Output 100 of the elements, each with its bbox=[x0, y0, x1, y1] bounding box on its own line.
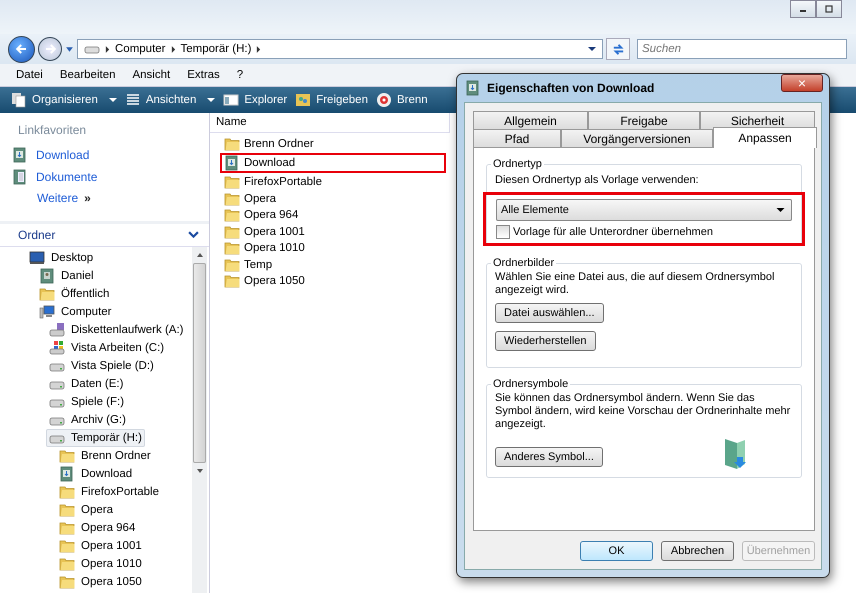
toolbar-button[interactable]: Ansichten bbox=[122, 90, 218, 110]
dialog-button[interactable]: OK bbox=[580, 541, 653, 561]
group-title: Ordnertyp bbox=[492, 158, 543, 170]
group-title: Ordnerbilder bbox=[492, 257, 556, 269]
forward-button[interactable] bbox=[38, 37, 62, 61]
search-field[interactable]: Suchen bbox=[637, 39, 847, 59]
toolbar-button[interactable]: Freigeben bbox=[292, 90, 371, 110]
tree-item[interactable]: Desktop bbox=[26, 249, 96, 267]
dropdown-arrow-icon bbox=[776, 206, 785, 214]
address-bar[interactable]: Computer Temporär (H:) bbox=[77, 39, 603, 59]
tab[interactable]: Anpassen bbox=[713, 127, 817, 148]
scroll-down-icon bbox=[196, 467, 204, 475]
tree-item[interactable]: Diskettenlaufwerk (A:) bbox=[46, 321, 186, 339]
menu-item[interactable]: Extras bbox=[187, 69, 220, 81]
tree-item[interactable]: Spiele (F:) bbox=[46, 393, 128, 411]
tree-item[interactable]: Vista Spiele (D:) bbox=[46, 357, 157, 375]
computer-icon bbox=[39, 304, 55, 320]
folder-icon bbox=[59, 502, 75, 518]
tree-item[interactable]: Computer bbox=[36, 303, 114, 321]
tree-item[interactable]: Daten (E:) bbox=[46, 375, 126, 393]
tree-item[interactable]: Download bbox=[56, 465, 136, 483]
monitor-icon bbox=[29, 250, 45, 266]
system-drive-icon bbox=[49, 340, 65, 356]
file-item[interactable]: Opera bbox=[220, 191, 446, 206]
tree-item[interactable]: Opera 1010 bbox=[56, 555, 145, 573]
minimize-button[interactable] bbox=[790, 0, 816, 18]
user-folder-icon bbox=[39, 268, 55, 284]
tab[interactable]: Sicherheit bbox=[700, 111, 815, 129]
tree-item[interactable]: Opera 1001 bbox=[56, 537, 145, 555]
file-item[interactable]: Opera 1010 bbox=[220, 240, 446, 256]
toolbar-button[interactable]: Organisieren bbox=[8, 90, 120, 110]
chevron-icon bbox=[170, 46, 176, 52]
toolbar-button[interactable]: Brenn bbox=[372, 90, 431, 110]
download-folder-icon bbox=[224, 155, 240, 171]
file-item[interactable]: Opera 1001 bbox=[220, 224, 446, 239]
folder-icon bbox=[59, 448, 75, 464]
tree-item[interactable]: Öffentlich bbox=[36, 285, 112, 303]
folder-icon bbox=[59, 574, 75, 590]
tree-item[interactable]: FirefoxPortable bbox=[56, 483, 162, 501]
tab[interactable]: Pfad bbox=[473, 129, 561, 147]
menu-item[interactable]: Ansicht bbox=[132, 69, 170, 81]
favorite-link[interactable]: Download bbox=[12, 147, 209, 163]
checkbox[interactable] bbox=[496, 225, 510, 239]
menu-item[interactable]: Bearbeiten bbox=[60, 69, 116, 81]
disc-icon bbox=[376, 92, 392, 108]
refresh-button[interactable] bbox=[606, 38, 630, 60]
folder-icon bbox=[224, 136, 240, 152]
back-button[interactable] bbox=[8, 36, 35, 62]
download-folder-icon bbox=[465, 80, 481, 96]
description-text: Wählen Sie eine Datei aus, die auf diesem Ordnersymbol angezeigt wird. bbox=[495, 271, 776, 297]
folder-type-dropdown[interactable]: Alle Elemente bbox=[496, 199, 792, 221]
file-item[interactable]: Temp bbox=[220, 257, 446, 272]
tree-item[interactable]: Archiv (G:) bbox=[46, 411, 129, 429]
folder-icon bbox=[224, 224, 240, 240]
scroll-thumb[interactable] bbox=[193, 263, 206, 463]
folders-header[interactable]: Ordner bbox=[0, 224, 209, 247]
maximize-button[interactable] bbox=[816, 0, 842, 18]
action-button[interactable]: Datei auswählen... bbox=[495, 303, 604, 323]
pages-icon bbox=[11, 92, 27, 108]
collapse-chevron-icon bbox=[188, 230, 199, 240]
breadcrumb[interactable]: Computer bbox=[115, 43, 166, 55]
column-header[interactable]: Name bbox=[210, 113, 450, 133]
dropdown-arrow-icon[interactable] bbox=[588, 45, 596, 53]
tree-item[interactable]: Vista Arbeiten (C:) bbox=[46, 339, 168, 357]
file-item[interactable]: Brenn Ordner bbox=[220, 136, 446, 152]
tab[interactable]: Vorgängerversionen bbox=[561, 129, 713, 147]
folder-icon bbox=[59, 484, 75, 500]
folder-icon bbox=[224, 190, 240, 206]
field-label: Diesen Ordnertyp als Vorlage verwenden: bbox=[495, 174, 700, 186]
window-icon bbox=[223, 92, 240, 108]
tree-item[interactable]: Daniel bbox=[36, 267, 97, 285]
toolbar-button[interactable]: Explorer bbox=[220, 90, 290, 110]
folder-icon bbox=[59, 556, 75, 572]
section-title: Linkfavoriten bbox=[18, 123, 88, 137]
list-view-icon bbox=[124, 92, 141, 108]
tree-item[interactable]: Opera 1050 bbox=[56, 573, 145, 591]
dialog-button[interactable]: Abbrechen bbox=[661, 541, 734, 561]
menu-item[interactable]: Datei bbox=[16, 69, 43, 81]
file-item[interactable]: FirefoxPortable bbox=[220, 174, 446, 190]
history-dropdown-icon[interactable] bbox=[65, 44, 74, 54]
menu-item[interactable]: ? bbox=[236, 69, 244, 81]
tree-item[interactable]: Opera bbox=[56, 501, 116, 519]
tree-item[interactable]: Brenn Ordner bbox=[56, 447, 154, 465]
documents-icon bbox=[12, 169, 28, 185]
tab[interactable]: Freigabe bbox=[588, 111, 700, 129]
dialog-title: Eigenschaften von Download bbox=[487, 81, 654, 95]
more-link[interactable]: Weitere » bbox=[37, 191, 209, 205]
folder-icon bbox=[224, 240, 240, 256]
scrollbar[interactable] bbox=[192, 247, 207, 593]
tree-item[interactable]: Temporär (H:) bbox=[46, 429, 145, 447]
tab[interactable]: Allgemein bbox=[473, 111, 588, 129]
change-icon-button[interactable]: Anderes Symbol... bbox=[495, 447, 603, 467]
share-icon bbox=[295, 92, 312, 108]
favorite-link[interactable]: Dokumente bbox=[12, 169, 209, 185]
breadcrumb[interactable]: Temporär (H:) bbox=[180, 43, 252, 55]
tree-item[interactable]: Opera 964 bbox=[56, 519, 138, 537]
file-item[interactable]: Opera 964 bbox=[220, 208, 446, 222]
file-item[interactable]: Opera 1050 bbox=[220, 274, 446, 288]
action-button[interactable]: Wiederherstellen bbox=[495, 331, 596, 351]
file-item[interactable]: Download bbox=[220, 153, 446, 173]
